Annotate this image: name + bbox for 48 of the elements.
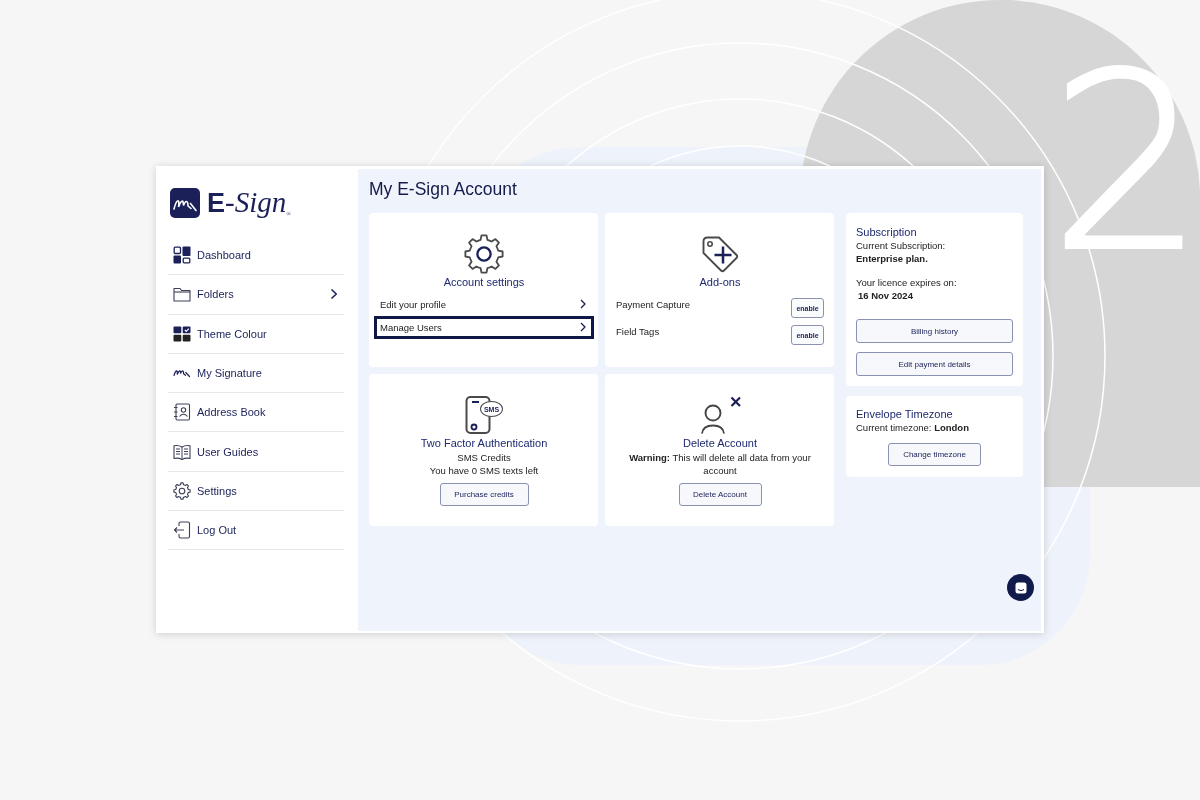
- add-on-label: Payment Capture: [616, 298, 690, 312]
- delete-account-button[interactable]: Delete Account: [678, 483, 762, 506]
- plan-name: Enterprise plan.: [856, 252, 929, 265]
- info-text: SMS Credits: [457, 451, 511, 464]
- timezone-text: Current timezone: London: [856, 421, 970, 434]
- address-book-icon: [173, 403, 191, 422]
- tag-plus-icon: [700, 234, 740, 274]
- expiry-date: 16 Nov 2024: [857, 288, 914, 302]
- warning-text: Warning: This will delete all data from your account: [628, 451, 812, 477]
- edit-payment-button[interactable]: Edit payment details: [856, 352, 1013, 376]
- chevron-right-icon: [580, 299, 586, 309]
- nav-item[interactable]: Settings: [168, 471, 344, 512]
- card-title: Add-ons: [699, 275, 741, 290]
- card-title: Two Factor Authentication: [420, 436, 548, 451]
- settings-icon: [173, 481, 191, 500]
- nav-item[interactable]: Address Book: [168, 393, 344, 433]
- nav-item[interactable]: Theme Colour: [168, 314, 344, 354]
- nav-item[interactable]: Folders: [168, 275, 344, 315]
- folder-icon: [173, 285, 191, 304]
- chat-button[interactable]: [1007, 574, 1034, 601]
- nav-item[interactable]: User Guides: [168, 432, 344, 472]
- change-timezone-button[interactable]: Change timezone: [888, 442, 981, 466]
- logout-icon: [173, 521, 191, 540]
- card-title: Subscription: [856, 225, 918, 239]
- open-book-icon: [173, 442, 191, 461]
- expiry-label: Your licence expires on:: [856, 275, 958, 289]
- purchase-credits-button[interactable]: Purchase credits: [439, 483, 529, 506]
- menu-link[interactable]: Manage Users: [374, 315, 594, 339]
- subscription-label: Current Subscription:: [856, 239, 947, 252]
- card-title: Account settings: [443, 275, 525, 290]
- nav-item[interactable]: My Signature: [168, 353, 344, 394]
- signature-icon: [173, 368, 191, 379]
- dashboard-icon: [173, 246, 191, 265]
- card-title: Envelope Timezone: [856, 407, 954, 421]
- chat-icon: [1014, 581, 1027, 594]
- nav-item[interactable]: Log Out: [168, 511, 344, 551]
- gear-icon: [464, 234, 504, 274]
- nav-item[interactable]: Dashboard: [168, 236, 344, 276]
- add-on-label: Field Tags: [616, 325, 660, 339]
- page-title: My E-Sign Account: [369, 178, 517, 201]
- chevron-right-icon: [330, 288, 338, 301]
- info-text: You have 0 SMS texts left: [429, 464, 539, 477]
- color-tiles-icon: [173, 324, 191, 343]
- card-title: Delete Account: [683, 436, 757, 451]
- logo-icon: [170, 188, 200, 218]
- menu-link[interactable]: Edit your profile: [374, 292, 594, 316]
- chevron-right-icon: [580, 322, 586, 332]
- billing-history-button[interactable]: Billing history: [856, 319, 1013, 343]
